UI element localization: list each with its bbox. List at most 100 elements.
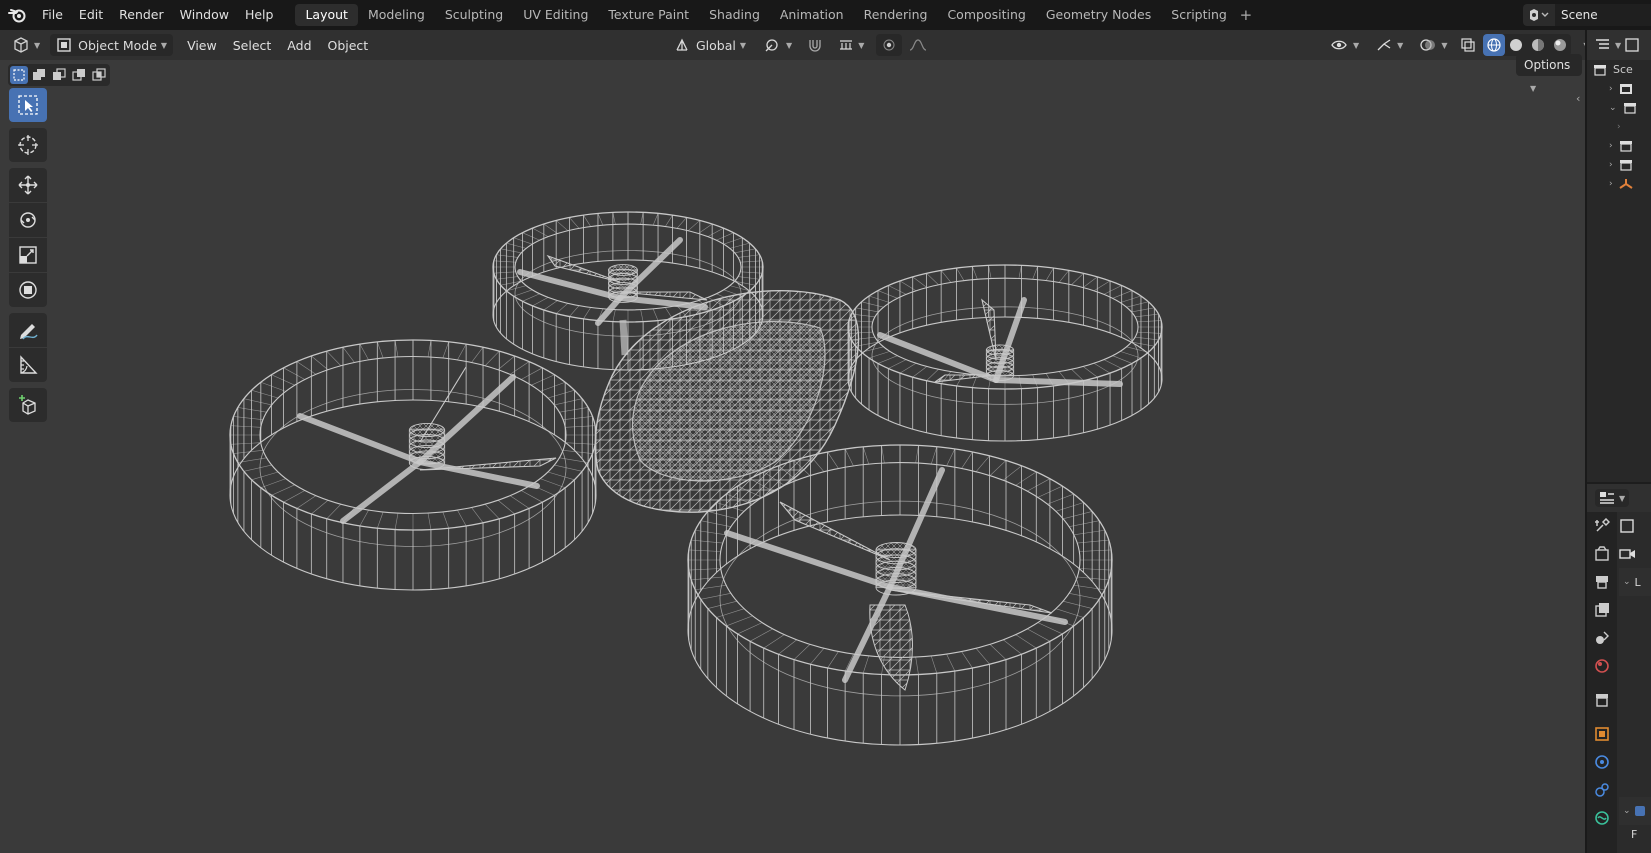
- tab-output[interactable]: [1587, 568, 1617, 596]
- editor-type-button[interactable]: ▼: [6, 34, 46, 56]
- chevron-down-icon: ▼: [1441, 40, 1448, 50]
- options-dropdown[interactable]: Options ▼: [1516, 54, 1582, 93]
- outliner-row[interactable]: ⌄: [1587, 98, 1651, 117]
- sidebar-toggle-arrow-icon[interactable]: ‹: [1576, 92, 1580, 105]
- outliner-editor-icon[interactable]: [1595, 38, 1611, 52]
- snap-target-dropdown[interactable]: ▼: [832, 34, 870, 56]
- tab-scene[interactable]: [1587, 624, 1617, 652]
- tab-modifier[interactable]: [1587, 748, 1617, 776]
- falloff-dropdown[interactable]: [908, 34, 930, 56]
- 3d-viewport[interactable]: ▼ Object Mode ▼ View Select Add Object G…: [0, 30, 1585, 853]
- xray-toggle[interactable]: [1457, 34, 1479, 56]
- object-box-icon: [1620, 519, 1634, 533]
- measure-tool[interactable]: [9, 348, 47, 382]
- tab-shading[interactable]: Shading: [699, 4, 770, 26]
- menu-file[interactable]: File: [34, 4, 71, 26]
- add-cube-tool[interactable]: [9, 388, 47, 422]
- menu-help[interactable]: Help: [237, 4, 282, 26]
- falloff-curve-icon: [910, 39, 927, 51]
- outliner-row-scene-collection[interactable]: Sce: [1587, 60, 1651, 79]
- mode-dropdown[interactable]: Object Mode ▼: [50, 34, 174, 56]
- outliner-row[interactable]: ›: [1587, 79, 1651, 98]
- visibility-dropdown[interactable]: ▼: [1325, 34, 1365, 56]
- tab-tool[interactable]: [1587, 512, 1617, 540]
- tab-layout[interactable]: Layout: [295, 4, 358, 26]
- outliner-row[interactable]: ›: [1587, 155, 1651, 174]
- tab-modeling[interactable]: Modeling: [358, 4, 435, 26]
- solid-shading-button[interactable]: [1505, 34, 1527, 56]
- panel-header[interactable]: ⌄: [1619, 797, 1651, 825]
- menu-window[interactable]: Window: [172, 4, 237, 26]
- select-box-tool[interactable]: [9, 88, 47, 122]
- chevron-down-icon: ▼: [1397, 40, 1404, 50]
- tab-sculpting[interactable]: Sculpting: [435, 4, 513, 26]
- tab-scripting[interactable]: Scripting: [1161, 4, 1237, 26]
- transform-tool[interactable]: [9, 273, 47, 307]
- drone-wireframe[interactable]: [0, 30, 1585, 853]
- add-cube-icon: [19, 395, 36, 415]
- tab-view-layer[interactable]: [1587, 596, 1617, 624]
- material-shading-button[interactable]: [1527, 34, 1549, 56]
- select-intersect-button[interactable]: [90, 66, 108, 84]
- scale-tool[interactable]: [9, 238, 47, 272]
- move-tool[interactable]: [9, 168, 47, 202]
- scene-icon[interactable]: [1523, 4, 1555, 26]
- tab-world[interactable]: [1587, 652, 1617, 680]
- menu-edit[interactable]: Edit: [71, 4, 111, 26]
- outliner-row[interactable]: ›: [1587, 174, 1651, 193]
- select-subtract-button[interactable]: [50, 66, 68, 84]
- outliner-row[interactable]: ›: [1587, 136, 1651, 155]
- data-block-selector[interactable]: [1619, 540, 1651, 568]
- properties-panel: ▼ ⌄ L ⌄ F: [1587, 484, 1651, 853]
- tab-particles[interactable]: [1587, 776, 1617, 804]
- properties-editor-type[interactable]: ▼: [1595, 489, 1630, 507]
- shading-options-dropdown[interactable]: ▼: [1575, 34, 1585, 56]
- filter-icon[interactable]: [1625, 38, 1639, 52]
- chevron-down-icon: ▼: [1615, 40, 1622, 50]
- tab-render[interactable]: [1587, 540, 1617, 568]
- select-box-icon: [18, 95, 38, 115]
- gizmo-dropdown[interactable]: ▼: [1369, 34, 1409, 56]
- tab-uv-editing[interactable]: UV Editing: [513, 4, 598, 26]
- menu-object[interactable]: Object: [320, 38, 377, 53]
- properties-body: ⌄ L ⌄ F: [1619, 512, 1651, 853]
- tab-animation[interactable]: Animation: [770, 4, 854, 26]
- overlays-dropdown[interactable]: ▼: [1413, 34, 1453, 56]
- wireframe-shading-button[interactable]: [1483, 34, 1506, 56]
- motor: [875, 542, 917, 596]
- render-icon: [1595, 546, 1609, 561]
- object-data-selector[interactable]: [1619, 512, 1651, 540]
- overlays-icon: [1420, 39, 1436, 51]
- menu-add[interactable]: Add: [279, 38, 319, 53]
- blender-logo-icon[interactable]: [0, 0, 34, 30]
- tab-object[interactable]: [1587, 720, 1617, 748]
- outliner-row[interactable]: ›: [1587, 117, 1651, 136]
- menu-render[interactable]: Render: [111, 4, 172, 26]
- scene-selector[interactable]: Scene: [1523, 4, 1651, 26]
- pivot-point-dropdown[interactable]: ▼: [758, 34, 798, 56]
- select-invert-button[interactable]: [70, 66, 88, 84]
- menu-select[interactable]: Select: [225, 38, 280, 53]
- tab-collection[interactable]: [1587, 686, 1617, 714]
- panel-header[interactable]: ⌄ L: [1619, 568, 1651, 596]
- cursor-tool[interactable]: [9, 128, 47, 162]
- add-workspace-button[interactable]: +: [1237, 6, 1255, 24]
- tab-physics[interactable]: [1587, 804, 1617, 832]
- transform-orientation-dropdown[interactable]: Global ▼: [668, 34, 752, 56]
- annotate-icon: [20, 324, 38, 340]
- tab-rendering[interactable]: Rendering: [854, 4, 938, 26]
- proportional-edit-toggle[interactable]: [876, 34, 903, 56]
- editor-type-icon: [14, 37, 28, 53]
- select-extend-button[interactable]: [30, 66, 48, 84]
- tab-compositing[interactable]: Compositing: [937, 4, 1035, 26]
- checkbox[interactable]: [1634, 806, 1645, 816]
- rotate-tool[interactable]: [9, 203, 47, 237]
- tab-geometry-nodes[interactable]: Geometry Nodes: [1036, 4, 1161, 26]
- rendered-shading-button[interactable]: [1549, 34, 1571, 56]
- scene-name-field[interactable]: Scene: [1555, 4, 1651, 26]
- select-new-button[interactable]: [10, 66, 28, 84]
- menu-view[interactable]: View: [179, 38, 225, 53]
- tab-texture-paint[interactable]: Texture Paint: [598, 4, 699, 26]
- annotate-tool[interactable]: [9, 313, 47, 347]
- snap-toggle[interactable]: [804, 34, 826, 56]
